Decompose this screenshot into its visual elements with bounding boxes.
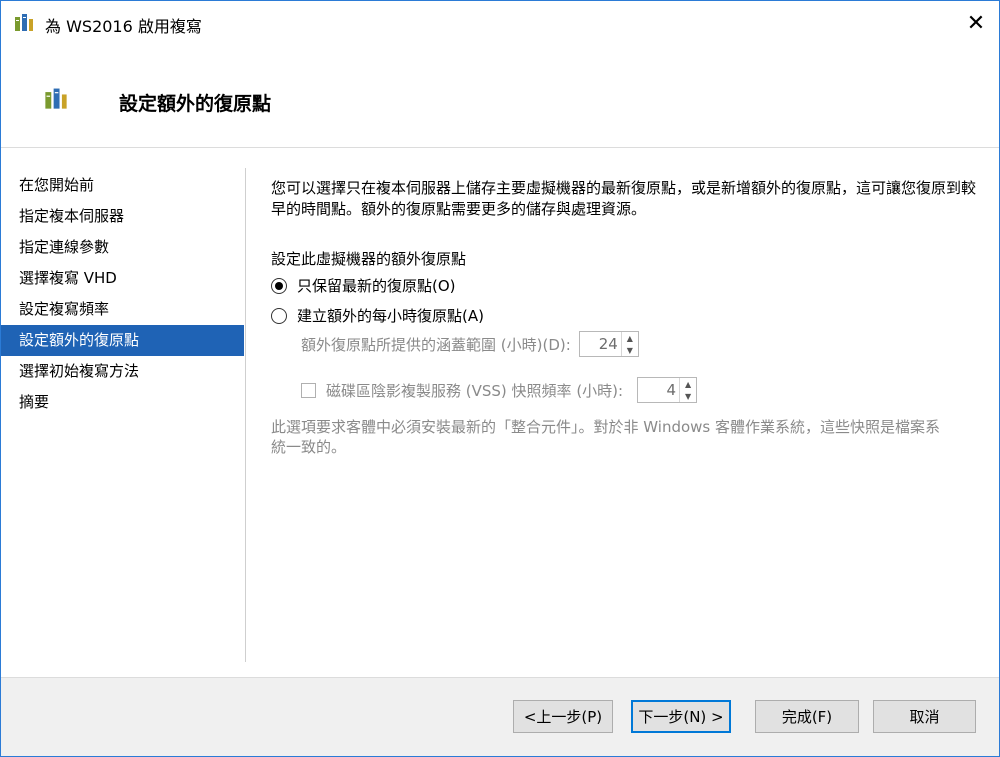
previous-button[interactable]: <上一步(P) <box>513 700 613 733</box>
content-pane: 您可以選擇只在複本伺服器上儲存主要虛擬機器的最新復原點，或是新增額外的復原點，這… <box>271 178 981 457</box>
coverage-value[interactable]: 24 <box>580 332 621 356</box>
vss-label: 磁碟區陰影複製服務 (VSS) 快照頻率 (小時): <box>326 381 624 400</box>
hyper-v-replica-icon <box>15 14 33 31</box>
button-bar: <上一步(P) 下一步(N) > 完成(F) 取消 <box>1 678 999 756</box>
stepper-down-icon[interactable]: ▼ <box>622 344 638 356</box>
intro-text: 您可以選擇只在複本伺服器上儲存主要虛擬機器的最新復原點，或是新增額外的復原點，這… <box>271 179 977 218</box>
section-label: 設定此虛擬機器的額外復原點 <box>271 250 467 268</box>
nav-item-replication-frequency[interactable]: 設定複寫頻率 <box>1 294 244 325</box>
wizard-window: 為 WS2016 啟用複寫 ✕ 設定額外的復原點 在您開始前 指定複本伺服器 指… <box>0 0 1000 757</box>
vss-note: 此選項要求客體中必須安裝最新的「整合元件」。對於非 Windows 客體作業系統… <box>271 418 940 456</box>
nav-item-connection-parameters[interactable]: 指定連線參數 <box>1 232 244 263</box>
title-bar: 為 WS2016 啟用複寫 ✕ <box>1 1 999 45</box>
radio-hourly-points[interactable]: 建立額外的每小時復原點(A) <box>271 302 981 329</box>
window-title: 為 WS2016 啟用複寫 <box>45 17 202 36</box>
vss-stepper[interactable]: 4 ▲ ▼ <box>637 377 698 403</box>
stepper-up-icon[interactable]: ▲ <box>622 332 638 344</box>
nav-item-before-you-begin[interactable]: 在您開始前 <box>1 170 244 201</box>
radio-latest-indicator[interactable] <box>271 277 287 294</box>
coverage-row: 額外復原點所提供的涵蓋範圍 (小時)(D): 24 ▲ ▼ <box>301 329 981 359</box>
stepper-up-icon[interactable]: ▲ <box>680 378 696 390</box>
wizard-header: 設定額外的復原點 <box>1 45 999 148</box>
coverage-stepper[interactable]: 24 ▲ ▼ <box>578 331 639 357</box>
radio-hourly-indicator[interactable] <box>271 307 287 324</box>
radio-hourly-label: 建立額外的每小時復原點(A) <box>297 307 484 325</box>
nav-item-initial-replication[interactable]: 選擇初始複寫方法 <box>1 356 244 387</box>
nav-item-summary[interactable]: 摘要 <box>1 387 244 418</box>
close-button[interactable]: ✕ <box>953 1 999 45</box>
stepper-down-icon[interactable]: ▼ <box>680 390 696 402</box>
nav-item-choose-vhd[interactable]: 選擇複寫 VHD <box>1 263 244 294</box>
step-navigation: 在您開始前 指定複本伺服器 指定連線參數 選擇複寫 VHD 設定複寫頻率 設定額… <box>1 170 244 418</box>
radio-latest-only[interactable]: 只保留最新的復原點(O) <box>271 272 981 299</box>
nav-divider <box>245 168 246 662</box>
vss-value[interactable]: 4 <box>638 378 679 402</box>
finish-button[interactable]: 完成(F) <box>755 700 859 733</box>
page-title: 設定額外的復原點 <box>119 93 272 115</box>
next-button[interactable]: 下一步(N) > <box>631 700 731 733</box>
vss-row: 磁碟區陰影複製服務 (VSS) 快照頻率 (小時): 4 ▲ ▼ <box>301 373 981 407</box>
nav-item-replica-server[interactable]: 指定複本伺服器 <box>1 201 244 232</box>
close-icon: ✕ <box>966 10 986 36</box>
radio-latest-label: 只保留最新的復原點(O) <box>297 277 456 295</box>
cancel-button[interactable]: 取消 <box>873 700 976 733</box>
coverage-label: 額外復原點所提供的涵蓋範圍 (小時)(D): <box>301 335 571 354</box>
wizard-body: 在您開始前 指定複本伺服器 指定連線參數 選擇複寫 VHD 設定複寫頻率 設定額… <box>1 148 999 677</box>
vss-checkbox[interactable] <box>301 382 316 398</box>
nav-item-additional-recovery-points[interactable]: 設定額外的復原點 <box>1 325 244 356</box>
hyper-v-replica-icon <box>45 88 67 109</box>
